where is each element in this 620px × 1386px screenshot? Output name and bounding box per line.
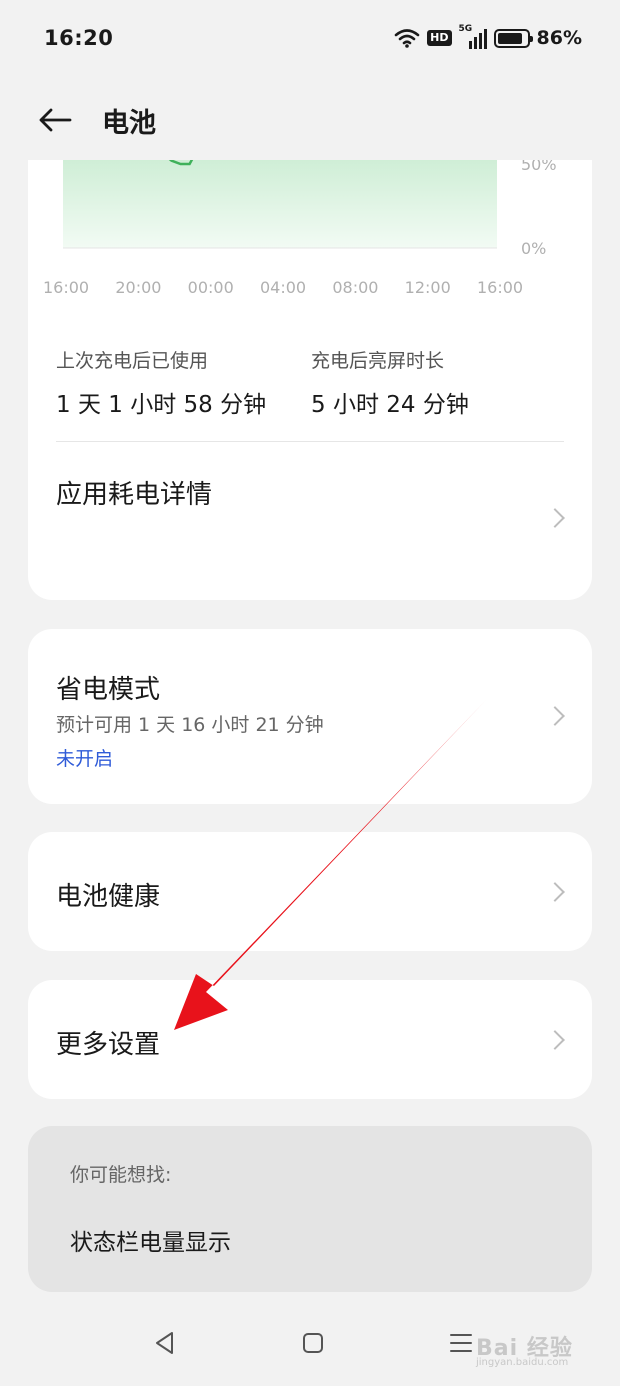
power-saving-title: 省电模式 [56, 675, 161, 705]
battery-icon [493, 28, 533, 48]
battery-level-chart: 16:00 20:00 00:00 04:00 08:00 12:00 16:00 50% 0% [43, 160, 557, 297]
since-charge-label: 上次充电后已使用 [56, 350, 209, 372]
suggestion-status-bar-battery[interactable]: 状态栏电量显示 [70, 1223, 231, 1257]
screen-on-label: 充电后亮屏时长 [311, 350, 445, 372]
suggestions-panel: 你可能想找: 状态栏电量显示 [28, 1126, 592, 1292]
x-tick-label: 00:00 [188, 278, 234, 297]
power-saving-estimate: 预计可用 1 天 16 小时 21 分钟 [56, 714, 324, 736]
square-home-icon[interactable] [300, 1330, 326, 1356]
hd-voice-icon: HD [427, 30, 452, 46]
x-tick-label: 04:00 [260, 278, 306, 297]
more-settings-title: 更多设置 [56, 1030, 161, 1060]
battery-usage-card: 16:00 20:00 00:00 04:00 08:00 12:00 16:00 50% 0%… [28, 120, 592, 600]
x-tick-label: 16:00 [43, 278, 89, 297]
chevron-right-icon [545, 882, 565, 902]
screen-on-stat: 充电后亮屏时长 5 小时 24 分钟 [311, 346, 566, 419]
status-time: 16:20 [44, 26, 114, 50]
suggestions-label: 你可能想找: [70, 1164, 172, 1186]
x-tick-label: 20:00 [115, 278, 161, 297]
power-saving-status: 未开启 [56, 748, 114, 770]
more-settings-card[interactable]: 更多设置 [28, 980, 592, 1099]
battery-health-title: 电池健康 [56, 882, 161, 912]
page-title: 电池 [102, 107, 156, 139]
signal-5g-icon: 5G [459, 24, 487, 49]
screen-on-value: 5 小时 24 分钟 [311, 392, 469, 418]
chart-area-fill [63, 160, 497, 248]
chevron-right-icon [545, 706, 565, 726]
app-bar: 电池 [0, 80, 620, 160]
x-tick-label: 12:00 [405, 278, 451, 297]
arrow-left-icon[interactable] [38, 102, 74, 138]
chevron-right-icon [545, 508, 565, 528]
battery-percent: 86% [536, 27, 582, 49]
power-saving-card[interactable]: 省电模式 预计可用 1 天 16 小时 21 分钟 未开启 [28, 629, 592, 804]
y-tick-label: 0% [521, 239, 546, 258]
chevron-right-icon [545, 1030, 565, 1050]
menu-lines-icon[interactable] [448, 1330, 474, 1356]
app-usage-row[interactable]: 应用耗电详情 [28, 442, 592, 600]
app-usage-label: 应用耗电详情 [56, 480, 213, 510]
watermark-url: jingyan.baidu.com [476, 1357, 569, 1368]
wifi-icon [394, 29, 420, 48]
since-charge-value: 1 天 1 小时 58 分钟 [56, 392, 267, 418]
y-tick-label: 50% [521, 160, 557, 174]
status-icons: HD 5G 86% [394, 24, 582, 49]
triangle-back-icon[interactable] [152, 1330, 178, 1356]
x-tick-label: 08:00 [332, 278, 378, 297]
battery-health-card[interactable]: 电池健康 [28, 832, 592, 951]
usage-stats: 上次充电后已使用 1 天 1 小时 58 分钟 充电后亮屏时长 5 小时 24 … [56, 346, 566, 419]
status-bar: 16:20 HD 5G 86% [0, 0, 620, 76]
x-tick-label: 16:00 [477, 278, 523, 297]
since-charge-stat: 上次充电后已使用 1 天 1 小时 58 分钟 [56, 346, 311, 419]
